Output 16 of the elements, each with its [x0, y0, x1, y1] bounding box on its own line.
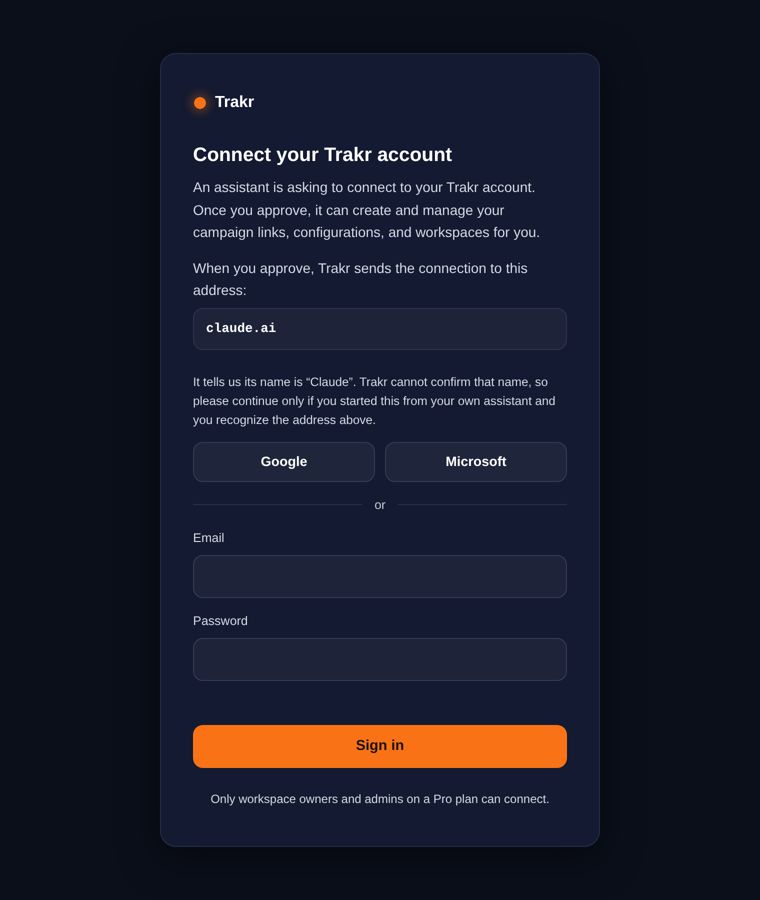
field-label: Password — [193, 612, 249, 628]
warning-text: It tells us its name is “Claude”. Trakr cannot confirm that name, so please continue only if you started this from your own assistant and you recognize the address above. — [193, 374, 556, 428]
address-prompt: When you approve, Trakr sends the connection to this address: — [193, 258, 529, 300]
brand-name: Trakr — [215, 94, 254, 112]
input-field[interactable] — [193, 554, 567, 598]
sign-in-provider-button[interactable]: Google — [193, 442, 375, 482]
sign-in-provider-button[interactable]: Microsoft — [385, 442, 567, 482]
logo-dot-icon — [194, 97, 206, 109]
sign-in-button[interactable]: Sign in — [193, 724, 567, 768]
intro-text: An assistant is asking to connect to your Trakr account. Once you approve, it can create and manage your campaign links, configurations, and workspaces for you. — [193, 178, 542, 242]
input-field[interactable] — [193, 638, 567, 680]
address-box: claude.ai — [193, 308, 567, 350]
footer-note: Only workspace owners and admins on a Pro plan can connect. — [210, 790, 550, 806]
page-heading: Connect your Trakr account — [193, 143, 453, 167]
field-label: Email — [193, 530, 226, 546]
divider-label: or — [374, 498, 386, 512]
